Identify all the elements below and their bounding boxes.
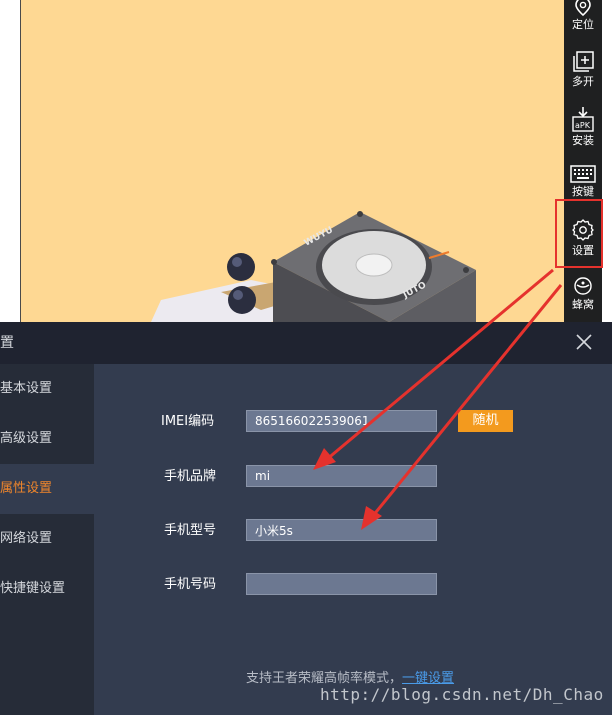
game-scene: WUYU JUTO bbox=[151, 211, 476, 322]
dark-ball-bottom bbox=[228, 286, 256, 314]
disc-center bbox=[355, 253, 393, 277]
install-button[interactable]: aPK 安装 bbox=[564, 106, 602, 158]
sidebar-item-properties[interactable]: 属性设置 bbox=[0, 464, 94, 514]
multi-window-icon bbox=[573, 51, 594, 72]
support-text: 支持王者荣耀高帧率模式， bbox=[246, 671, 403, 686]
right-toolbar: 定位 多开 aPK 安装 按键 设置 蜂窝 bbox=[564, 0, 602, 322]
ball-highlight-2 bbox=[233, 290, 243, 300]
random-imei-button[interactable]: 随机 bbox=[458, 410, 513, 432]
imei-input[interactable] bbox=[246, 410, 437, 432]
settings-sidebar: 基本设置 高级设置 属性设置 网络设置 快捷键设置 bbox=[0, 364, 94, 715]
sidebar-item-shortcuts[interactable]: 快捷键设置 bbox=[0, 564, 94, 614]
hive-icon bbox=[574, 277, 592, 295]
multi-open-label: 多开 bbox=[572, 75, 594, 88]
dialog-titlebar: 置 bbox=[0, 322, 612, 364]
apk-install-icon: aPK bbox=[572, 107, 594, 132]
ball-highlight bbox=[232, 257, 242, 267]
sidebar-item-advanced[interactable]: 高级设置 bbox=[0, 414, 94, 464]
model-input[interactable] bbox=[246, 519, 437, 541]
box-screw bbox=[463, 267, 469, 273]
imei-label: IMEI编码 bbox=[161, 414, 215, 429]
game-viewport[interactable]: WUYU JUTO bbox=[20, 0, 564, 322]
apk-badge: aPK bbox=[575, 121, 591, 130]
locate-label: 定位 bbox=[572, 18, 594, 31]
install-label: 安装 bbox=[572, 134, 594, 147]
phone-number-label: 手机号码 bbox=[164, 577, 217, 592]
brand-input[interactable] bbox=[246, 465, 437, 487]
location-pin-icon bbox=[575, 0, 591, 16]
keymap-label: 按键 bbox=[572, 185, 594, 198]
model-label: 手机型号 bbox=[164, 523, 217, 538]
dark-ball-top bbox=[227, 253, 255, 281]
settings-highlight-box bbox=[555, 199, 603, 268]
dialog-title: 置 bbox=[0, 335, 14, 351]
hive-label: 蜂窝 bbox=[572, 298, 594, 311]
watermark: http://blog.csdn.net/Dh_Chao bbox=[320, 685, 604, 704]
sidebar-item-network[interactable]: 网络设置 bbox=[0, 514, 94, 564]
settings-dialog: 置 基本设置 高级设置 属性设置 网络设置 快捷键设置 IMEI编码 随机 手机… bbox=[0, 322, 612, 715]
window-edge bbox=[602, 0, 612, 322]
close-icon[interactable] bbox=[574, 332, 594, 352]
box-screw bbox=[357, 211, 363, 217]
multi-open-button[interactable]: 多开 bbox=[564, 51, 602, 103]
keyboard-icon bbox=[570, 165, 596, 183]
sidebar-item-basic[interactable]: 基本设置 bbox=[0, 364, 94, 414]
hive-button[interactable]: 蜂窝 bbox=[564, 276, 602, 328]
box-screw bbox=[271, 259, 277, 265]
properties-panel: IMEI编码 随机 手机品牌 手机型号 手机号码 支持王者荣耀高帧率模式，一键设… bbox=[94, 364, 612, 715]
brand-label: 手机品牌 bbox=[164, 469, 217, 484]
locate-button[interactable]: 定位 bbox=[564, 0, 602, 48]
one-click-setup-link[interactable]: 一键设置 bbox=[402, 671, 454, 686]
phone-number-input[interactable] bbox=[246, 573, 437, 595]
